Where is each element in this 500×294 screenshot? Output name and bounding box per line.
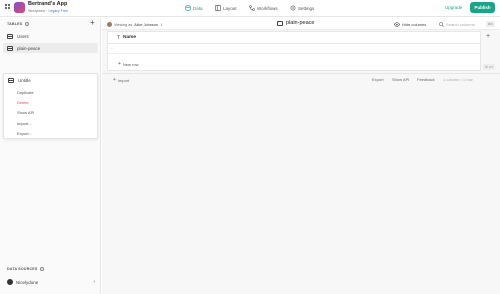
table-title-label: plain-peace	[286, 20, 315, 26]
app-subtitle: Nicelydone · Legacy Free	[28, 9, 68, 13]
column-header-name[interactable]: T Name	[108, 32, 480, 44]
table-context-menu: Untitle Duplicate Delete Show API Import…	[3, 73, 98, 139]
tab-settings[interactable]: Settings	[290, 5, 314, 11]
sidebar-item-label: plain-peace	[17, 45, 41, 51]
hide-columns-button[interactable]: Hide columns	[394, 22, 426, 27]
search-columns-input[interactable]: Search columns ⌘K	[439, 21, 495, 28]
table-toolbar: Viewing as Alice Johnson ⇕ plain-peace H…	[102, 18, 500, 30]
table-title[interactable]: plain-peace	[277, 20, 314, 26]
show-api-button[interactable]: Show API	[392, 77, 409, 82]
sidebar: TABLES + Users plain-peace Untitle Dupli…	[0, 18, 101, 294]
import-label: Import	[117, 77, 130, 83]
app-name[interactable]: Bertrand's App	[28, 1, 67, 7]
column-name: Name	[123, 35, 137, 40]
tab-workflows-label: Workflows	[257, 5, 278, 11]
tab-workflows[interactable]: Workflows	[249, 5, 278, 11]
publish-button[interactable]: Publish	[470, 2, 495, 13]
layout-icon	[215, 5, 221, 11]
hide-columns-label: Hide columns	[402, 22, 427, 27]
gear-icon	[290, 5, 296, 11]
sidebar-item-plain-peace[interactable]: plain-peace	[3, 43, 98, 53]
menu-item-delete[interactable]: Delete	[17, 100, 29, 105]
search-shortcut-badge: ⌘K	[485, 21, 495, 27]
data-grid: T Name – + New row	[107, 31, 481, 71]
table-icon	[7, 33, 13, 39]
data-source-item[interactable]: Nicelydone ›	[3, 277, 98, 287]
sidebar-item-users[interactable]: Users	[3, 31, 98, 41]
top-bar: Bertrand's App Nicelydone · Legacy Free …	[0, 0, 500, 17]
chevron-updown-icon: ⇕	[159, 22, 163, 27]
sidebar-item-untitle[interactable]: Untitle	[4, 75, 97, 85]
menu-item-import[interactable]: Import...	[17, 121, 32, 126]
sidebar-item-label: Users	[17, 33, 29, 39]
feedback-button[interactable]: Feedback	[417, 77, 435, 82]
sidebar-item-label: Untitle	[18, 77, 31, 83]
data-sources-heading: DATA SOURCES	[7, 267, 44, 272]
database-icon	[185, 5, 191, 11]
tables-heading: TABLES	[7, 22, 29, 27]
workflow-icon	[249, 5, 255, 11]
upgrade-link[interactable]: Upgrade	[445, 5, 462, 10]
eye-icon	[394, 22, 400, 27]
tab-data-label: Data	[193, 5, 203, 11]
table-icon	[8, 77, 14, 83]
apps-grid-icon[interactable]	[5, 4, 11, 10]
plan-link[interactable]: Legacy Free	[48, 9, 67, 13]
export-button[interactable]: Export	[372, 77, 384, 82]
tables-heading-label: TABLES	[7, 22, 23, 26]
tab-data[interactable]: Data	[185, 5, 203, 11]
menu-item-export[interactable]: Export...	[17, 131, 32, 136]
add-table-button[interactable]: +	[90, 18, 95, 27]
row-count-badge: ⌘ 0/1	[483, 64, 496, 70]
data-sources-heading-label: DATA SOURCES	[7, 267, 38, 271]
table-row[interactable]: –	[108, 44, 480, 54]
new-row-label: New row	[122, 61, 139, 67]
data-source-label: Nicelydone	[16, 279, 39, 285]
search-icon	[439, 22, 444, 27]
search-placeholder: Search columns	[446, 22, 475, 27]
main-panel: Viewing as Alice Johnson ⇕ plain-peace H…	[102, 18, 500, 294]
tab-layout-label: Layout	[223, 5, 237, 11]
row-handle: –	[111, 46, 113, 50]
table-footer: + Import Export Show API Feedback 1 colu…	[102, 73, 500, 83]
chevron-right-icon: ›	[93, 279, 95, 285]
data-source-logo-icon	[7, 279, 13, 285]
viewing-prefix: Viewing as	[114, 22, 133, 27]
table-icon	[277, 20, 283, 26]
import-button[interactable]: + Import	[113, 77, 129, 83]
plus-icon: +	[113, 77, 116, 83]
menu-item-duplicate[interactable]: Duplicate	[17, 90, 34, 95]
tab-layout[interactable]: Layout	[215, 5, 237, 11]
viewing-as-selector[interactable]: Viewing as Alice Johnson ⇕	[107, 22, 163, 27]
avatar	[107, 22, 112, 27]
info-icon	[24, 22, 29, 27]
workspace-name: Nicelydone	[28, 9, 46, 13]
info-icon	[39, 267, 44, 272]
add-column-button[interactable]: +	[486, 33, 490, 40]
viewing-user: Alice Johnson	[134, 22, 158, 27]
table-icon	[7, 45, 13, 51]
new-row-button[interactable]: + New row	[118, 61, 138, 67]
menu-item-show-api[interactable]: Show API	[17, 110, 34, 115]
tab-settings-label: Settings	[298, 5, 315, 11]
table-stats: 1 column • 1 row	[443, 77, 473, 82]
plus-icon: +	[118, 61, 121, 67]
text-type-icon: T	[117, 35, 121, 41]
app-logo	[14, 2, 25, 13]
